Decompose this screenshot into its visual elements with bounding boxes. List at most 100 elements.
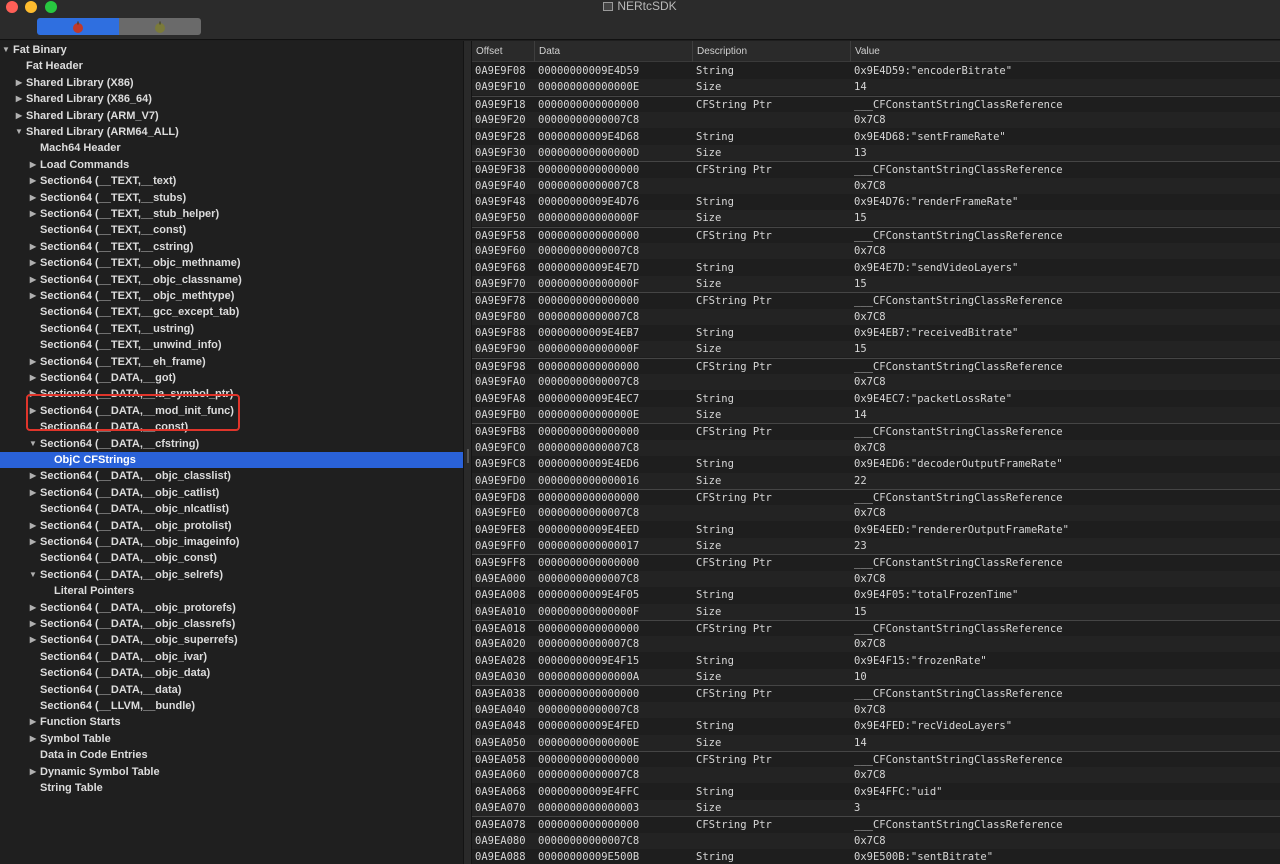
table-row[interactable]: 0A9E9F78 0000000000000000 CFString Ptr ___C… — [472, 292, 1280, 308]
tree-item[interactable]: ▶ Section64 (__DATA,__objc_protolist) — [0, 518, 463, 534]
tree-item[interactable]: ▶ Section64 (__TEXT,__stubs) — [0, 190, 463, 206]
table-row[interactable]: 0A9EA050 000000000000000E Size 14 — [472, 734, 1280, 751]
table-row[interactable]: 0A9EA060 00000000000007C8 0x7C8 — [472, 767, 1280, 784]
tree-item[interactable]: Literal Pointers — [0, 583, 463, 599]
disclosure-closed-icon[interactable]: ▶ — [28, 731, 38, 747]
table-row[interactable]: 0A9EA088 00000000009E500B String 0x9E500B:"… — [472, 849, 1280, 864]
disclosure-closed-icon[interactable]: ▶ — [28, 190, 38, 206]
table-row[interactable]: 0A9EA018 0000000000000000 CFString Ptr ___C… — [472, 619, 1280, 636]
tree-item[interactable]: ▶ Section64 (__TEXT,__text) — [0, 173, 463, 189]
table-row[interactable]: 0A9E9F68 00000000009E4E7D String 0x9E4E7D:"… — [472, 260, 1280, 276]
table-row[interactable]: 0A9EA028 00000000009E4F15 String 0x9E4F15:"… — [472, 653, 1280, 669]
table-row[interactable]: 0A9EA030 000000000000000A Size 10 — [472, 669, 1280, 686]
table-row[interactable]: 0A9E9F18 0000000000000000 CFString Ptr ___C… — [472, 95, 1280, 112]
disclosure-closed-icon[interactable]: ▶ — [28, 206, 38, 222]
tree-item[interactable]: ▶ Section64 (__TEXT,__objc_methtype) — [0, 288, 463, 304]
disclosure-open-icon[interactable]: ▼ — [14, 124, 24, 140]
tree-item[interactable]: ▶ Section64 (__TEXT,__objc_methname) — [0, 255, 463, 271]
table-row[interactable]: 0A9EA040 00000000000007C8 0x7C8 — [472, 701, 1280, 718]
tree-item[interactable]: Section64 (__DATA,__const) — [0, 419, 463, 435]
table-row[interactable]: 0A9E9FB8 0000000000000000 CFString Ptr ___C… — [472, 423, 1280, 439]
table-row[interactable]: 0A9EA008 00000000009E4F05 String 0x9E4F05:"… — [472, 587, 1280, 603]
disclosure-closed-icon[interactable]: ▶ — [28, 403, 38, 419]
split-view-divider[interactable] — [463, 41, 472, 864]
table-row[interactable]: 0A9EA080 00000000000007C8 0x7C8 — [472, 832, 1280, 849]
table-row[interactable]: 0A9E9F28 00000000009E4D68 String 0x9E4D68:"… — [472, 129, 1280, 145]
table-row[interactable]: 0A9E9F40 00000000000007C8 0x7C8 — [472, 177, 1280, 194]
table-row[interactable]: 0A9E9FD8 0000000000000000 CFString Ptr ___C… — [472, 488, 1280, 505]
disclosure-closed-icon[interactable]: ▶ — [28, 485, 38, 501]
table-row[interactable]: 0A9E9FF0 0000000000000017 Size 23 — [472, 538, 1280, 555]
table-row[interactable]: 0A9E9F10 000000000000000E Size 14 — [472, 79, 1280, 96]
tree-item[interactable]: ▼ Section64 (__DATA,__objc_selrefs) — [0, 567, 463, 583]
disclosure-closed-icon[interactable]: ▶ — [28, 468, 38, 484]
tree-item[interactable]: ▼ Shared Library (ARM64_ALL) — [0, 124, 463, 140]
table-row[interactable]: 0A9E9F80 00000000000007C8 0x7C8 — [472, 308, 1280, 325]
tree-item[interactable]: ▶ Section64 (__DATA,__objc_classrefs) — [0, 616, 463, 632]
tree-item[interactable]: Mach64 Header — [0, 140, 463, 156]
disclosure-closed-icon[interactable]: ▶ — [14, 91, 24, 107]
tree-item[interactable]: ▶ Symbol Table — [0, 731, 463, 747]
tree-item[interactable]: ▶ Section64 (__DATA,__got) — [0, 370, 463, 386]
segment-intel[interactable] — [119, 18, 201, 35]
disclosure-closed-icon[interactable]: ▶ — [28, 272, 38, 288]
tree-item[interactable]: Data in Code Entries — [0, 747, 463, 763]
disclosure-closed-icon[interactable]: ▶ — [28, 386, 38, 402]
segment-ppc[interactable] — [37, 18, 119, 35]
table-row[interactable]: 0A9E9FA8 00000000009E4EC7 String 0x9E4EC7:"… — [472, 391, 1280, 407]
table-row[interactable]: 0A9E9F30 000000000000000D Size 13 — [472, 144, 1280, 161]
tree-item[interactable]: ▶ Section64 (__TEXT,__cstring) — [0, 239, 463, 255]
table-row[interactable]: 0A9EA048 00000000009E4FED String 0x9E4FED:"… — [472, 718, 1280, 734]
disclosure-closed-icon[interactable]: ▶ — [28, 157, 38, 173]
table-row[interactable]: 0A9EA070 0000000000000003 Size 3 — [472, 800, 1280, 817]
disclosure-closed-icon[interactable]: ▶ — [28, 239, 38, 255]
table-row[interactable]: 0A9E9F38 0000000000000000 CFString Ptr ___C… — [472, 161, 1280, 177]
column-header-description[interactable]: Description — [693, 41, 851, 62]
table-row[interactable]: 0A9E9FF8 0000000000000000 CFString Ptr ___C… — [472, 554, 1280, 570]
table-row[interactable]: 0A9EA020 00000000000007C8 0x7C8 — [472, 636, 1280, 653]
table-row[interactable]: 0A9E9F48 00000000009E4D76 String 0x9E4D76:"… — [472, 194, 1280, 210]
tree-item[interactable]: ▶ Section64 (__DATA,__la_symbol_ptr) — [0, 386, 463, 402]
tree-item[interactable]: String Table — [0, 780, 463, 796]
tree-item[interactable]: Section64 (__TEXT,__ustring) — [0, 321, 463, 337]
table-row[interactable]: 0A9E9F58 0000000000000000 CFString Ptr ___C… — [472, 226, 1280, 243]
table-row[interactable]: 0A9E9FA0 00000000000007C8 0x7C8 — [472, 374, 1280, 391]
table-row[interactable]: 0A9E9F08 00000000009E4D59 String 0x9E4D59:"… — [472, 63, 1280, 79]
tree-item[interactable]: ▶ Shared Library (X86) — [0, 75, 463, 91]
tree-item[interactable]: ▶ Section64 (__DATA,__objc_catlist) — [0, 485, 463, 501]
tree-item[interactable]: Section64 (__DATA,__objc_const) — [0, 550, 463, 566]
table-row[interactable]: 0A9E9FD0 0000000000000016 Size 22 — [472, 472, 1280, 489]
disclosure-closed-icon[interactable]: ▶ — [28, 764, 38, 780]
disclosure-closed-icon[interactable]: ▶ — [28, 534, 38, 550]
tree-item[interactable]: Section64 (__LLVM,__bundle) — [0, 698, 463, 714]
tree-item[interactable]: Section64 (__DATA,__objc_nlcatlist) — [0, 501, 463, 517]
tree-item[interactable]: ▼ Section64 (__DATA,__cfstring) — [0, 436, 463, 452]
table-row[interactable]: 0A9EA078 0000000000000000 CFString Ptr ___C… — [472, 816, 1280, 832]
disclosure-closed-icon[interactable]: ▶ — [28, 288, 38, 304]
tree-item[interactable]: ▶ Section64 (__DATA,__objc_superrefs) — [0, 632, 463, 648]
table-row[interactable]: 0A9E9F50 000000000000000F Size 15 — [472, 210, 1280, 227]
tree-item[interactable]: Fat Header — [0, 58, 463, 74]
disclosure-closed-icon[interactable]: ▶ — [28, 518, 38, 534]
table-row[interactable]: 0A9EA038 0000000000000000 CFString Ptr ___C… — [472, 685, 1280, 701]
tree-item[interactable]: ▶ Shared Library (X86_64) — [0, 91, 463, 107]
tree-item[interactable]: Section64 (__DATA,__objc_data) — [0, 665, 463, 681]
tree-item[interactable]: ▶ Section64 (__DATA,__objc_protorefs) — [0, 600, 463, 616]
disclosure-closed-icon[interactable]: ▶ — [28, 173, 38, 189]
table-row[interactable]: 0A9EA000 00000000000007C8 0x7C8 — [472, 570, 1280, 587]
disclosure-closed-icon[interactable]: ▶ — [28, 354, 38, 370]
tree-item[interactable]: ▼ Fat Binary — [0, 42, 463, 58]
tree-item[interactable]: ▶ Load Commands — [0, 157, 463, 173]
tree-item[interactable]: ▶ Section64 (__DATA,__mod_init_func) — [0, 403, 463, 419]
disclosure-open-icon[interactable]: ▼ — [28, 567, 38, 583]
disclosure-closed-icon[interactable]: ▶ — [28, 632, 38, 648]
disclosure-closed-icon[interactable]: ▶ — [28, 714, 38, 730]
tree-item[interactable]: ▶ Section64 (__TEXT,__stub_helper) — [0, 206, 463, 222]
architecture-segmented-control[interactable] — [37, 18, 201, 35]
table-row[interactable]: 0A9E9F20 00000000000007C8 0x7C8 — [472, 112, 1280, 129]
tree-item[interactable]: ▶ Dynamic Symbol Table — [0, 764, 463, 780]
table-row[interactable]: 0A9E9FE8 00000000009E4EED String 0x9E4EED:"… — [472, 522, 1280, 538]
disclosure-open-icon[interactable]: ▼ — [1, 42, 11, 58]
table-row[interactable]: 0A9EA010 000000000000000F Size 15 — [472, 603, 1280, 620]
table-row[interactable]: 0A9EA068 00000000009E4FFC String 0x9E4FFC:"… — [472, 784, 1280, 800]
